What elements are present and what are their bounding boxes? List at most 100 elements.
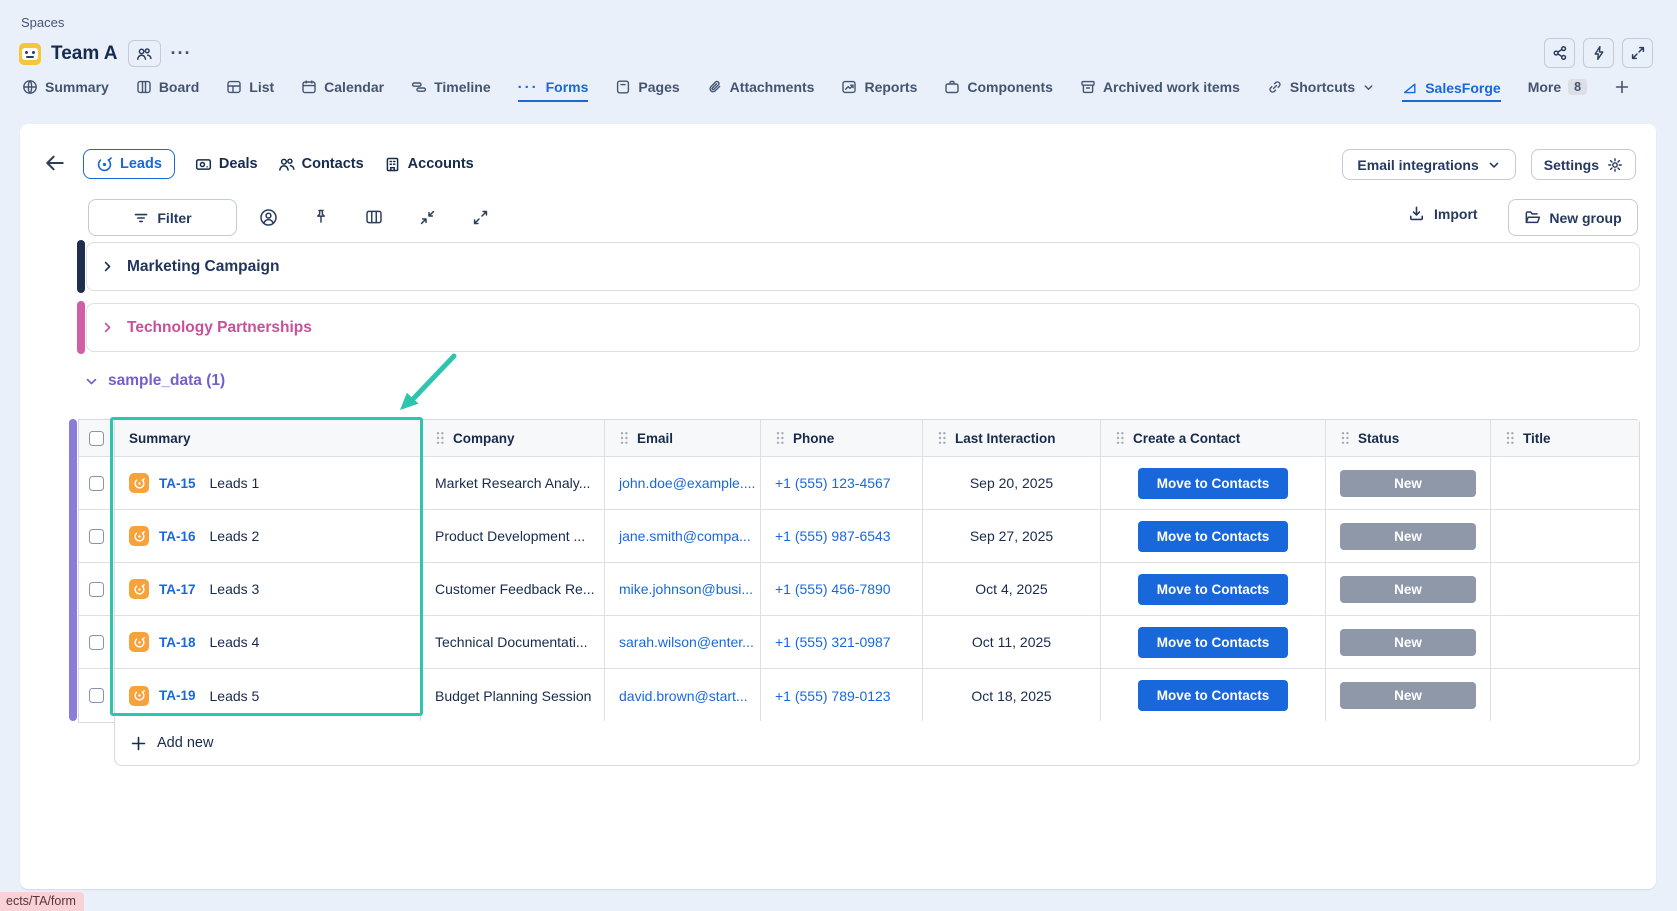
move-to-contacts-button[interactable]: Move to Contacts	[1138, 521, 1288, 552]
column-header-phone[interactable]: Phone	[761, 420, 923, 456]
drag-handle-icon[interactable]	[435, 431, 445, 445]
last-interaction-cell[interactable]: Oct 11, 2025	[923, 616, 1101, 668]
company-cell[interactable]: Market Research Analy...	[421, 457, 605, 509]
select-all-checkbox[interactable]	[89, 431, 104, 446]
group-header-sample-data[interactable]: sample_data (1)	[84, 372, 225, 390]
company-cell[interactable]: Customer Feedback Re...	[421, 563, 605, 615]
email-link[interactable]: john.doe@example....	[619, 475, 755, 491]
group-header-technology-partnerships[interactable]: Technology Partnerships	[86, 303, 1640, 352]
tab-pages[interactable]: Pages	[615, 79, 679, 102]
phone-link[interactable]: +1 (555) 456-7890	[775, 581, 891, 597]
phone-link[interactable]: +1 (555) 321-0987	[775, 634, 891, 650]
row-checkbox[interactable]	[89, 476, 104, 491]
drag-handle-icon[interactable]	[1115, 431, 1125, 445]
phone-link[interactable]: +1 (555) 789-0123	[775, 688, 891, 704]
tab-more[interactable]: More 8	[1528, 79, 1587, 102]
collapse-button[interactable]	[415, 205, 439, 229]
tab-contacts[interactable]: Contacts	[278, 149, 364, 179]
move-to-contacts-button[interactable]: Move to Contacts	[1138, 627, 1288, 658]
filter-button[interactable]: Filter	[88, 199, 237, 236]
last-interaction-cell[interactable]: Oct 18, 2025	[923, 669, 1101, 722]
email-link[interactable]: jane.smith@compa...	[619, 528, 751, 544]
tab-attachments[interactable]: Attachments	[707, 79, 815, 102]
members-button[interactable]	[128, 40, 161, 67]
summary-cell[interactable]: TA-19 Leads 5	[115, 669, 421, 722]
title-cell[interactable]	[1491, 510, 1639, 562]
email-integrations-button[interactable]: Email integrations	[1342, 149, 1515, 180]
summary-cell[interactable]: TA-17 Leads 3	[115, 563, 421, 615]
row-checkbox[interactable]	[89, 582, 104, 597]
tab-archived-work-items[interactable]: Archived work items	[1080, 79, 1240, 102]
tab-shortcuts[interactable]: Shortcuts	[1267, 79, 1375, 102]
phone-link[interactable]: +1 (555) 987-6543	[775, 528, 891, 544]
phone-link[interactable]: +1 (555) 123-4567	[775, 475, 891, 491]
column-header-title[interactable]: Title	[1491, 420, 1639, 456]
column-header-last-interaction[interactable]: Last Interaction	[923, 420, 1101, 456]
title-cell[interactable]	[1491, 563, 1639, 615]
status-badge[interactable]: New	[1340, 576, 1476, 603]
tab-list[interactable]: List	[226, 79, 274, 102]
tab-reports[interactable]: Reports	[841, 79, 917, 102]
company-cell[interactable]: Budget Planning Session	[421, 669, 605, 722]
work-item-key[interactable]: TA-18	[159, 635, 196, 650]
drag-handle-icon[interactable]	[775, 431, 785, 445]
team-more-menu[interactable]: ···	[171, 43, 192, 64]
work-item-summary[interactable]: Leads 5	[210, 688, 260, 704]
column-header-create-a-contact[interactable]: Create a Contact	[1101, 420, 1326, 456]
column-header-status[interactable]: Status	[1326, 420, 1491, 456]
automation-button[interactable]	[1583, 38, 1614, 68]
tab-board[interactable]: Board	[136, 79, 199, 102]
drag-handle-icon[interactable]	[1340, 431, 1350, 445]
work-item-key[interactable]: TA-15	[159, 476, 196, 491]
back-button[interactable]	[44, 152, 66, 179]
email-link[interactable]: mike.johnson@busi...	[619, 581, 753, 597]
columns-button[interactable]	[362, 205, 386, 229]
import-button[interactable]: Import	[1408, 205, 1478, 222]
row-checkbox[interactable]	[89, 688, 104, 703]
status-badge[interactable]: New	[1340, 682, 1476, 709]
tab-timeline[interactable]: Timeline	[411, 79, 491, 102]
email-link[interactable]: sarah.wilson@enter...	[619, 634, 754, 650]
summary-cell[interactable]: TA-16 Leads 2	[115, 510, 421, 562]
status-badge[interactable]: New	[1340, 629, 1476, 656]
column-header-email[interactable]: Email	[605, 420, 761, 456]
tab-summary[interactable]: Summary	[22, 79, 109, 102]
move-to-contacts-button[interactable]: Move to Contacts	[1138, 680, 1288, 711]
status-badge[interactable]: New	[1340, 523, 1476, 550]
move-to-contacts-button[interactable]: Move to Contacts	[1138, 574, 1288, 605]
status-badge[interactable]: New	[1340, 470, 1476, 497]
column-header-summary[interactable]: Summary	[115, 420, 421, 456]
drag-handle-icon[interactable]	[1505, 431, 1515, 445]
group-header-marketing-campaign[interactable]: Marketing Campaign	[86, 242, 1640, 291]
title-cell[interactable]	[1491, 457, 1639, 509]
title-cell[interactable]	[1491, 616, 1639, 668]
last-interaction-cell[interactable]: Sep 20, 2025	[923, 457, 1101, 509]
work-item-key[interactable]: TA-17	[159, 582, 196, 597]
tab-forms[interactable]: ··· Forms	[518, 79, 589, 103]
add-tab-button[interactable]	[1614, 79, 1630, 102]
row-checkbox[interactable]	[89, 635, 104, 650]
work-item-key[interactable]: TA-16	[159, 529, 196, 544]
company-cell[interactable]: Technical Documentati...	[421, 616, 605, 668]
move-to-contacts-button[interactable]: Move to Contacts	[1138, 468, 1288, 499]
tab-salesforge[interactable]: SalesForge	[1402, 80, 1500, 103]
new-group-button[interactable]: New group	[1508, 199, 1638, 236]
row-checkbox[interactable]	[89, 529, 104, 544]
tab-accounts[interactable]: Accounts	[384, 149, 474, 179]
tab-calendar[interactable]: Calendar	[301, 79, 384, 102]
share-button[interactable]	[1544, 38, 1575, 68]
work-item-summary[interactable]: Leads 1	[210, 475, 260, 491]
drag-handle-icon[interactable]	[619, 431, 629, 445]
add-new-button[interactable]: Add new	[114, 721, 1640, 766]
work-item-summary[interactable]: Leads 2	[210, 528, 260, 544]
email-link[interactable]: david.brown@start...	[619, 688, 748, 704]
tab-deals[interactable]: Deals	[195, 149, 258, 179]
tab-components[interactable]: Components	[944, 79, 1053, 102]
assignee-filter-button[interactable]	[256, 205, 280, 229]
last-interaction-cell[interactable]: Oct 4, 2025	[923, 563, 1101, 615]
expand-rows-button[interactable]	[468, 205, 492, 229]
breadcrumb[interactable]: Spaces	[21, 15, 64, 30]
title-cell[interactable]	[1491, 669, 1639, 722]
pin-button[interactable]	[309, 205, 333, 229]
work-item-summary[interactable]: Leads 4	[210, 634, 260, 650]
